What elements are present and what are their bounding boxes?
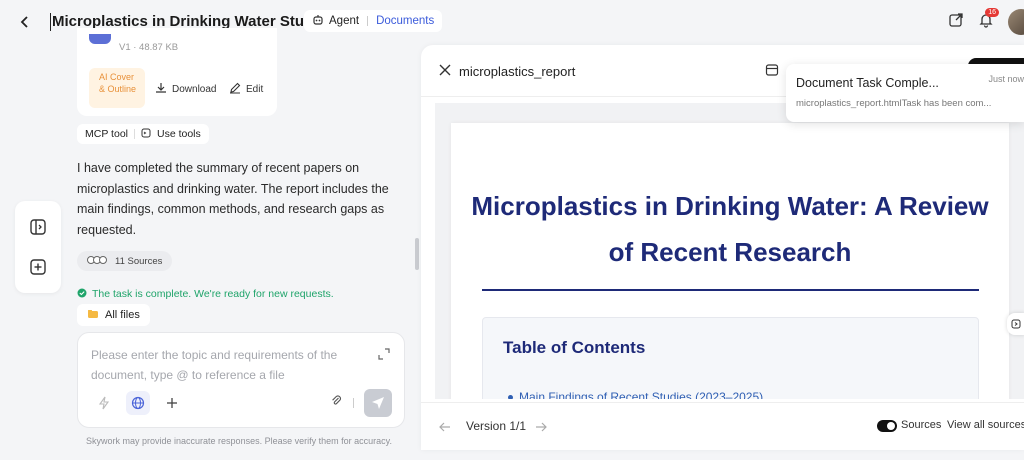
side-panel-toggle[interactable] <box>1007 313 1024 335</box>
resize-handle[interactable] <box>415 238 419 270</box>
avatar[interactable] <box>1008 9 1024 35</box>
notification-toast[interactable]: Document Task Comple... Just now micropl… <box>786 64 1024 122</box>
panel-title: microplastics_report <box>459 64 576 79</box>
toc-link[interactable]: Main Findings of Recent Studies (2023–20… <box>507 390 763 399</box>
mode-pill[interactable]: Agent Documents <box>304 10 443 32</box>
status-text: The task is complete. We're ready for ne… <box>92 288 334 300</box>
table-of-contents: Table of Contents Main Findings of Recen… <box>482 317 979 399</box>
use-tools-label: Use tools <box>157 128 201 140</box>
divider <box>367 16 369 26</box>
sidebar-toggle-icon[interactable] <box>27 216 49 238</box>
toc-heading: Table of Contents <box>503 338 646 357</box>
title-divider <box>482 289 979 291</box>
assistant-message: I have completed the summary of recent p… <box>77 161 389 237</box>
send-button[interactable] <box>364 389 392 417</box>
share-icon[interactable] <box>948 12 964 33</box>
sources-toggle[interactable] <box>877 420 897 432</box>
download-button[interactable]: Download <box>155 82 216 97</box>
docs-label: Documents <box>376 15 435 27</box>
attach-icon[interactable] <box>330 394 343 412</box>
robot-icon <box>312 14 324 29</box>
divider <box>134 129 135 139</box>
expand-icon[interactable] <box>378 347 390 365</box>
document-title: Microplastics in Drinking Water: A Revie… <box>471 191 989 267</box>
source-favicons-icon <box>87 255 109 268</box>
document-preview: Microplastics in Drinking Water: A Revie… <box>435 103 1024 399</box>
file-meta: V1 · 48.87 KB <box>119 42 179 53</box>
panel-footer: Version 1/1 Sources View all sources <box>421 402 1024 450</box>
new-chat-icon[interactable] <box>27 256 49 278</box>
view-all-sources-link[interactable]: View all sources <box>947 419 1024 431</box>
toast-time: Just now <box>988 74 1024 84</box>
prompt-input[interactable]: Please enter the topic and requirements … <box>91 345 371 385</box>
file-card: V1 · 48.87 KB AI Cover & Outline Downloa… <box>77 28 277 116</box>
close-icon[interactable] <box>439 63 451 81</box>
tools-icon <box>141 128 151 141</box>
file-icon <box>89 34 111 44</box>
lightning-icon[interactable] <box>92 391 116 415</box>
prompt-input-box[interactable]: Please enter the topic and requirements … <box>77 332 405 428</box>
version-label: Version 1/1 <box>466 419 527 433</box>
all-files-label: All files <box>105 309 140 321</box>
folder-icon <box>87 308 99 323</box>
next-version-icon[interactable] <box>535 420 547 438</box>
download-icon <box>155 82 167 97</box>
tools-chip[interactable]: MCP tool Use tools <box>77 124 209 144</box>
edit-label: Edit <box>246 84 264 95</box>
document-page: Microplastics in Drinking Water: A Revie… <box>451 123 1009 399</box>
sources-toggle-label: Sources <box>901 419 942 431</box>
mcp-tool-label: MCP tool <box>85 128 128 140</box>
previous-version-icon[interactable] <box>439 420 451 438</box>
notification-bell-icon[interactable]: 16 <box>978 7 999 33</box>
download-label: Download <box>172 84 217 95</box>
calendar-icon[interactable] <box>765 63 779 82</box>
status-message: The task is complete. We're ready for ne… <box>77 287 334 301</box>
toast-title: Document Task Comple... <box>796 76 939 90</box>
plus-icon[interactable] <box>160 391 184 415</box>
notification-badge: 16 <box>985 7 999 17</box>
back-arrow-icon[interactable] <box>14 11 36 33</box>
disclaimer: Skywork may provide inaccurate responses… <box>86 436 392 446</box>
all-files-button[interactable]: All files <box>77 304 150 326</box>
sources-count: 11 Sources <box>115 255 163 267</box>
toast-body: microplastics_report.htmlTask has been c… <box>796 98 992 109</box>
ai-cover-button[interactable]: AI Cover & Outline <box>89 68 145 108</box>
globe-icon[interactable] <box>126 391 150 415</box>
pencil-icon <box>229 82 241 97</box>
mode-label: Agent <box>329 15 360 27</box>
divider <box>353 398 354 408</box>
check-circle-icon <box>77 288 87 301</box>
left-rail <box>15 201 61 293</box>
edit-button[interactable]: Edit <box>229 82 263 97</box>
sources-chip[interactable]: 11 Sources <box>77 251 173 271</box>
